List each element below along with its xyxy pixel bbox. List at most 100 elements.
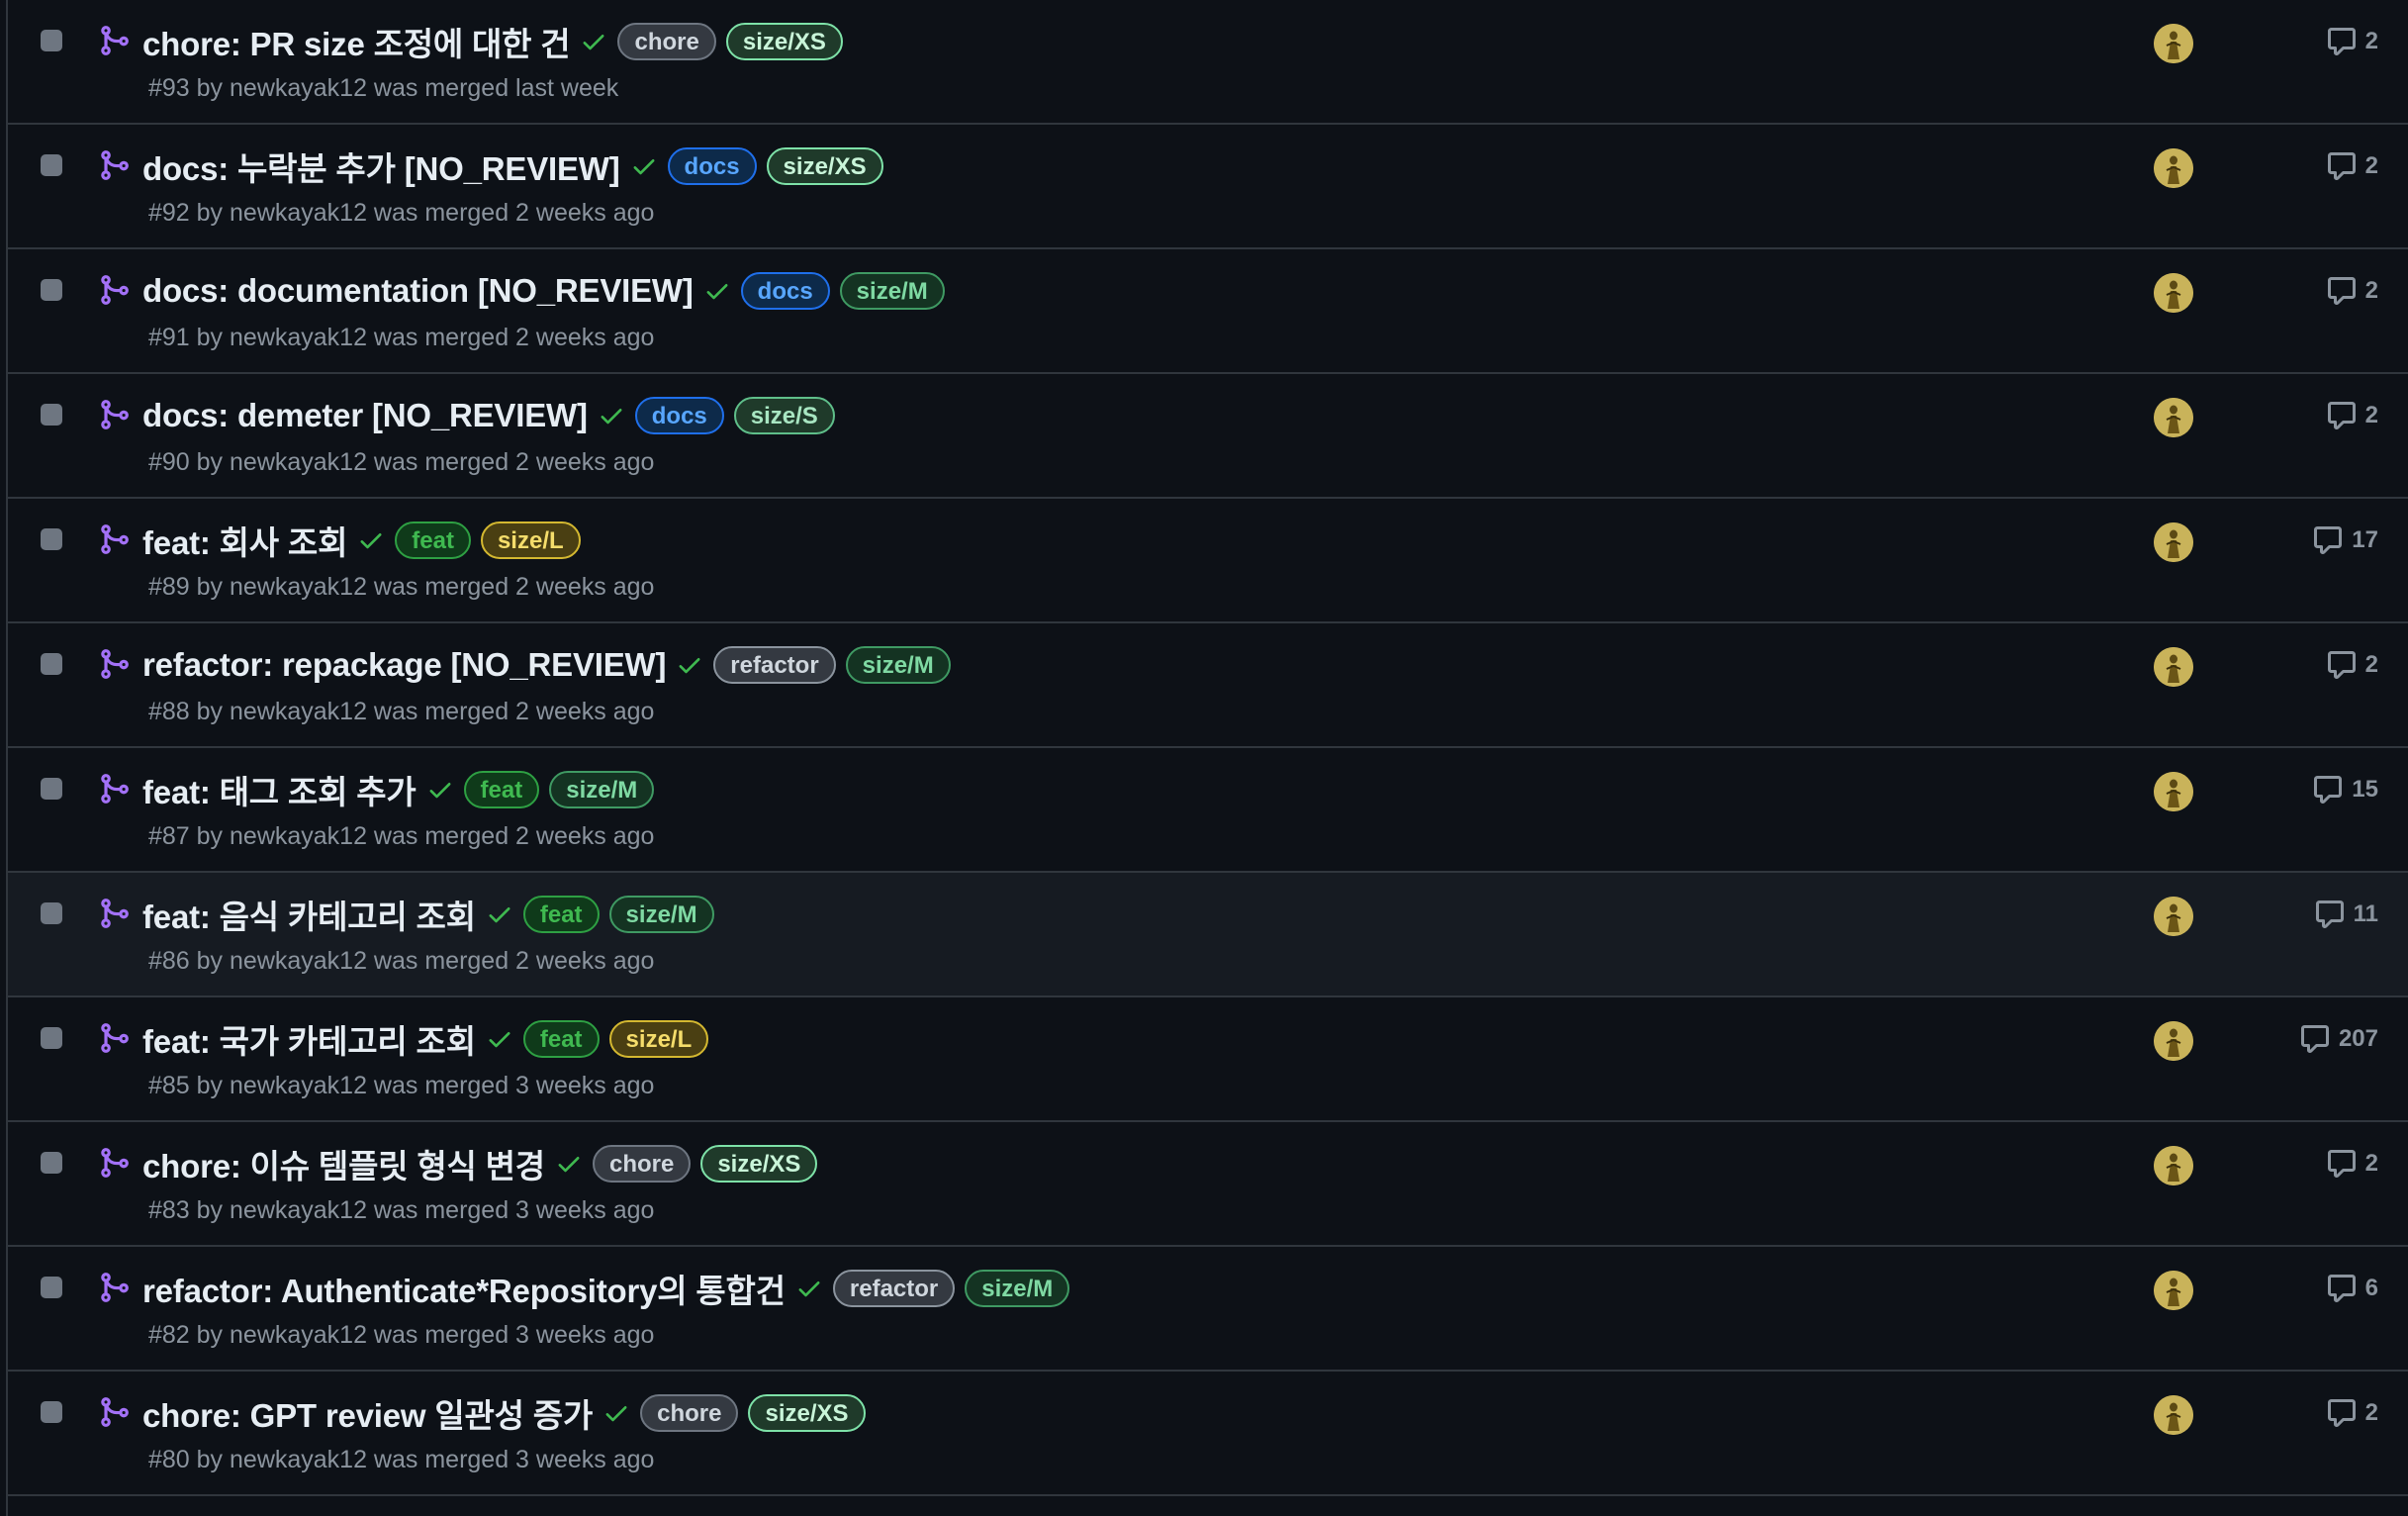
avatar[interactable] [2154, 1146, 2193, 1185]
label-badge[interactable]: size/M [608, 896, 714, 933]
avatar[interactable] [2154, 1395, 2193, 1435]
comment-icon [2326, 275, 2358, 307]
pull-request-row[interactable]: chore: 이슈 템플릿 형식 변경 chore size/XS #83 by ne… [8, 1122, 2408, 1247]
pull-request-row[interactable]: docs: demeter [NO_REVIEW] docs size/S #90 b… [8, 374, 2408, 499]
avatar[interactable] [2154, 647, 2193, 687]
pull-request-row[interactable]: refactor: repackage [NO_REVIEW] refactor s… [8, 623, 2408, 748]
label-badge[interactable]: size/M [965, 1270, 1070, 1307]
comments-link[interactable]: 2 [2326, 398, 2378, 433]
avatar[interactable] [2154, 897, 2193, 936]
pull-request-title-link[interactable]: feat: 국가 카테고리 조회 [142, 1015, 476, 1063]
avatar[interactable] [2154, 148, 2193, 188]
select-checkbox[interactable] [41, 778, 62, 800]
select-checkbox[interactable] [41, 528, 62, 550]
label-badge[interactable]: feat [463, 771, 540, 808]
avatar[interactable] [2154, 398, 2193, 437]
pull-request-row[interactable]: docs: documentation [NO_REVIEW] docs size/… [8, 249, 2408, 374]
pull-request-row[interactable]: docs: 누락분 추가 [NO_REVIEW] docs size/XS #92 b… [8, 125, 2408, 249]
pull-request-row[interactable]: refactor: Authenticate*Repository의 통합건 re… [8, 1247, 2408, 1372]
label-badge[interactable]: refactor [832, 1270, 956, 1307]
check-icon[interactable] [486, 1025, 513, 1053]
label-badge[interactable]: size/XS [725, 23, 843, 60]
check-icon[interactable] [598, 402, 625, 429]
pull-request-title-link[interactable]: feat: 회사 조회 [142, 517, 347, 564]
select-checkbox[interactable] [41, 653, 62, 675]
pull-request-title-link[interactable]: chore: PR size 조정에 대한 건 [142, 18, 571, 65]
comments-link[interactable]: 2 [2326, 1395, 2378, 1431]
label-badge[interactable]: chore [592, 1145, 692, 1183]
avatar[interactable] [2154, 273, 2193, 313]
select-checkbox[interactable] [41, 1277, 62, 1298]
comments-link[interactable]: 2 [2326, 273, 2378, 309]
check-icon[interactable] [795, 1275, 823, 1302]
select-checkbox[interactable] [41, 154, 62, 176]
label-badge[interactable]: size/S [733, 397, 835, 434]
select-checkbox[interactable] [41, 279, 62, 301]
comments-link[interactable]: 11 [2314, 897, 2378, 932]
label-badge[interactable]: size/M [549, 771, 655, 808]
pull-request-title-link[interactable]: docs: 누락분 추가 [NO_REVIEW] [142, 142, 620, 190]
comment-icon [2312, 524, 2344, 556]
comments-link[interactable]: 2 [2326, 1146, 2378, 1182]
check-icon[interactable] [426, 776, 454, 804]
select-checkbox[interactable] [41, 1401, 62, 1423]
label-badge[interactable]: size/M [845, 646, 951, 684]
comments-link[interactable]: 2 [2326, 24, 2378, 59]
title-line: refactor: Authenticate*Repository의 통합건 re… [142, 1265, 1079, 1312]
comments-link[interactable]: 207 [2299, 1021, 2378, 1057]
select-checkbox[interactable] [41, 902, 62, 924]
comments-link[interactable]: 17 [2312, 522, 2378, 558]
avatar[interactable] [2154, 24, 2193, 63]
pull-request-title-link[interactable]: refactor: Authenticate*Repository의 통합건 [142, 1265, 786, 1312]
pull-request-row[interactable]: chore: GPT review 일관성 증가 chore size/XS #80 … [8, 1372, 2408, 1496]
label-badge[interactable]: chore [640, 1394, 739, 1432]
select-checkbox[interactable] [41, 1152, 62, 1174]
avatar[interactable] [2154, 1271, 2193, 1310]
pull-request-title-link[interactable]: chore: GPT review 일관성 증가 [142, 1389, 593, 1437]
avatar[interactable] [2154, 522, 2193, 562]
title-line: feat: 국가 카테고리 조회 feat size/L [142, 1015, 718, 1063]
label-badge[interactable]: feat [395, 521, 471, 559]
pull-request-title-link[interactable]: docs: documentation [NO_REVIEW] [142, 272, 694, 310]
label-badge[interactable]: docs [667, 147, 757, 185]
select-checkbox[interactable] [41, 1027, 62, 1049]
check-icon[interactable] [357, 526, 385, 554]
pull-request-title-link[interactable]: docs: demeter [NO_REVIEW] [142, 397, 588, 434]
pull-request-title-link[interactable]: chore: 이슈 템플릿 형식 변경 [142, 1140, 545, 1187]
label-badge[interactable]: refactor [713, 646, 836, 684]
check-icon[interactable] [486, 900, 513, 928]
check-icon[interactable] [580, 28, 607, 55]
comments-link[interactable]: 15 [2312, 772, 2378, 807]
label-badge[interactable]: feat [522, 896, 600, 933]
label-badge[interactable]: size/L [608, 1020, 709, 1058]
label-badge[interactable]: feat [522, 1020, 600, 1058]
pull-request-title-link[interactable]: feat: 음식 카테고리 조회 [142, 891, 476, 938]
label-badge[interactable]: size/XS [766, 147, 883, 185]
check-icon[interactable] [703, 277, 731, 305]
label-badge[interactable]: chore [617, 23, 716, 60]
pull-request-row[interactable]: feat: 태그 조회 추가 feat size/M #87 by newkayak1… [8, 748, 2408, 873]
label-badge[interactable]: size/L [480, 521, 581, 559]
check-icon[interactable] [555, 1150, 583, 1178]
pull-request-row[interactable]: chore: PR size 조정에 대한 건 chore size/XS #93 b… [8, 0, 2408, 125]
label-badge[interactable]: docs [634, 397, 724, 434]
label-badge[interactable]: size/XS [748, 1394, 866, 1432]
pull-request-title-link[interactable]: feat: 태그 조회 추가 [142, 766, 417, 813]
select-checkbox[interactable] [41, 30, 62, 51]
avatar[interactable] [2154, 772, 2193, 811]
pull-request-row[interactable]: feat: 음식 카테고리 조회 feat size/M #86 by newkaya… [8, 873, 2408, 997]
select-checkbox[interactable] [41, 404, 62, 426]
check-icon[interactable] [602, 1399, 630, 1427]
check-icon[interactable] [630, 152, 658, 180]
comments-link[interactable]: 2 [2326, 148, 2378, 184]
label-badge[interactable]: docs [740, 272, 830, 310]
comments-link[interactable]: 6 [2326, 1271, 2378, 1306]
pull-request-row[interactable]: feat: 회사 조회 feat size/L #89 by newkayak12 w… [8, 499, 2408, 623]
check-icon[interactable] [676, 651, 703, 679]
pull-request-row[interactable]: feat: 국가 카테고리 조회 feat size/L #85 by newkaya… [8, 997, 2408, 1122]
label-badge[interactable]: size/XS [700, 1145, 818, 1183]
comments-link[interactable]: 2 [2326, 647, 2378, 683]
avatar[interactable] [2154, 1021, 2193, 1061]
label-badge[interactable]: size/M [839, 272, 945, 310]
pull-request-title-link[interactable]: refactor: repackage [NO_REVIEW] [142, 646, 666, 684]
